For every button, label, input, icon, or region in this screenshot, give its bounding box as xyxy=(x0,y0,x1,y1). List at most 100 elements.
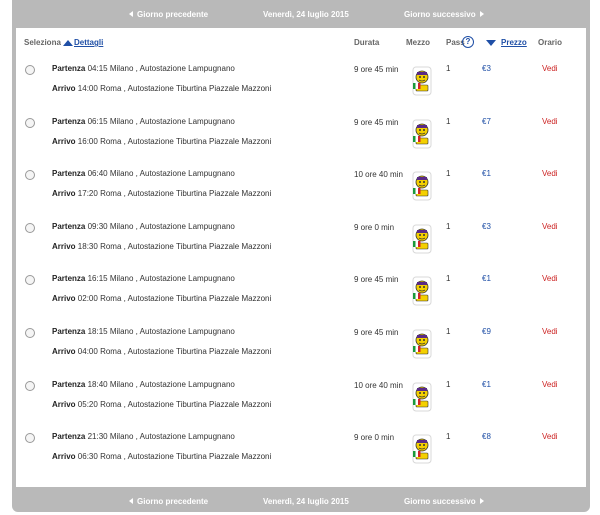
price[interactable]: €3 xyxy=(482,222,491,231)
results-panel: Giorno precedente Venerdì, 24 luglio 201… xyxy=(12,0,590,512)
arrival-label: Arrivo xyxy=(52,136,76,146)
arrival-line: Arrivo 04:00 Roma , Autostazione Tiburti… xyxy=(52,347,271,356)
arrival-place: Roma , Autostazione Tiburtina Piazzale M… xyxy=(100,189,272,199)
arrival-line: Arrivo 17:20 Roma , Autostazione Tiburti… xyxy=(52,189,271,198)
price[interactable]: €3 xyxy=(482,64,491,73)
departure-place: Milano , Autostazione Lampugnano xyxy=(109,327,235,336)
bus-operator-icon xyxy=(412,276,432,306)
arrival-label: Arrivo xyxy=(52,241,76,251)
departure-label: Partenza xyxy=(52,116,86,126)
timetable-link[interactable]: Vedi xyxy=(542,327,558,336)
bus-operator-icon xyxy=(412,329,432,359)
passengers-count: 1 xyxy=(446,116,451,126)
price[interactable]: €7 xyxy=(482,117,491,126)
table-header: Seleziona Dettagli Durata Mezzo Pass ? P… xyxy=(16,28,586,54)
passengers-count: 1 xyxy=(446,379,451,389)
arrival-label: Arrivo xyxy=(52,84,76,93)
price[interactable]: €1 xyxy=(482,169,491,178)
select-radio[interactable] xyxy=(25,65,35,75)
arrival-line: Arrivo 02:00 Roma , Autostazione Tiburti… xyxy=(52,294,271,303)
bus-operator-icon xyxy=(412,171,432,201)
arrival-place: Roma , Autostazione Tiburtina Piazzale M… xyxy=(100,294,272,304)
arrival-line: Arrivo 16:00 Roma , Autostazione Tiburti… xyxy=(52,137,271,146)
departure-time: 06:15 xyxy=(87,116,108,126)
header-dettagli-link[interactable]: Dettagli xyxy=(74,38,103,47)
trip-row: Partenza 18:40 Milano , Autostazione Lam… xyxy=(16,370,586,422)
results-table: Seleziona Dettagli Durata Mezzo Pass ? P… xyxy=(16,28,586,487)
arrival-label: Arrivo xyxy=(52,294,76,304)
help-icon[interactable]: ? xyxy=(462,36,474,48)
next-day-link[interactable]: Giorno successivo xyxy=(404,10,484,19)
price[interactable]: €9 xyxy=(482,327,491,336)
departure-place: Milano , Autostazione Lampugnano xyxy=(109,274,235,284)
bus-operator-icon xyxy=(412,224,432,254)
departure-line: Partenza 06:15 Milano , Autostazione Lam… xyxy=(52,117,235,126)
departure-place: Milano , Autostazione Lampugnano xyxy=(109,379,235,389)
sort-down-icon[interactable] xyxy=(486,40,496,46)
departure-time: 18:40 xyxy=(87,379,108,389)
previous-day-label: Giorno precedente xyxy=(137,496,209,506)
arrival-label: Arrivo xyxy=(52,399,76,409)
price[interactable]: €8 xyxy=(482,432,491,441)
next-day-label: Giorno successivo xyxy=(404,496,476,506)
passengers-count: 1 xyxy=(446,64,451,73)
timetable-link[interactable]: Vedi xyxy=(542,64,558,73)
select-radio[interactable] xyxy=(25,380,35,391)
departure-line: Partenza 18:40 Milano , Autostazione Lam… xyxy=(52,380,235,389)
arrival-place: Roma , Autostazione Tiburtina Piazzale M… xyxy=(100,136,272,146)
bus-operator-icon xyxy=(412,66,432,96)
previous-day-link[interactable]: Giorno precedente xyxy=(129,10,208,19)
duration: 9 ore 45 min xyxy=(354,328,399,337)
arrival-label: Arrivo xyxy=(52,189,76,199)
timetable-link[interactable]: Vedi xyxy=(542,117,558,126)
arrival-time: 16:00 xyxy=(77,136,98,146)
sort-up-icon[interactable] xyxy=(63,40,73,46)
departure-label: Partenza xyxy=(52,64,86,73)
select-radio[interactable] xyxy=(25,170,35,181)
timetable-link[interactable]: Vedi xyxy=(542,432,558,441)
select-radio[interactable] xyxy=(25,275,35,286)
timetable-link[interactable]: Vedi xyxy=(542,169,558,178)
arrival-place: Roma , Autostazione Tiburtina Piazzale M… xyxy=(100,452,272,462)
arrival-line: Arrivo 05:20 Roma , Autostazione Tiburti… xyxy=(52,400,271,409)
price[interactable]: €1 xyxy=(482,380,491,389)
arrival-time: 17:20 xyxy=(77,189,98,199)
departure-time: 21:30 xyxy=(87,432,108,442)
departure-line: Partenza 06:40 Milano , Autostazione Lam… xyxy=(52,169,235,178)
departure-label: Partenza xyxy=(52,274,86,284)
arrival-place: Roma , Autostazione Tiburtina Piazzale M… xyxy=(100,399,272,409)
trip-row: Partenza 06:15 Milano , Autostazione Lam… xyxy=(16,107,586,159)
bus-operator-icon xyxy=(412,382,432,412)
timetable-link[interactable]: Vedi xyxy=(542,274,558,283)
trip-row: Partenza 21:30 Milano , Autostazione Lam… xyxy=(16,422,586,474)
departure-label: Partenza xyxy=(52,327,86,336)
arrival-place: Roma , Autostazione Tiburtina Piazzale M… xyxy=(100,84,272,93)
departure-time: 04:15 xyxy=(87,64,108,73)
previous-day-link[interactable]: Giorno precedente xyxy=(129,497,208,506)
departure-place: Milano , Autostazione Lampugnano xyxy=(109,116,235,126)
select-radio[interactable] xyxy=(25,222,35,233)
duration: 9 ore 0 min xyxy=(354,433,395,443)
arrival-time: 14:00 xyxy=(77,84,98,93)
day-navigation-top: Giorno precedente Venerdì, 24 luglio 201… xyxy=(12,0,590,28)
trip-row: Partenza 09:30 Milano , Autostazione Lam… xyxy=(16,212,586,264)
arrival-line: Arrivo 06:30 Roma , Autostazione Tiburti… xyxy=(52,452,271,461)
departure-line: Partenza 16:15 Milano , Autostazione Lam… xyxy=(52,274,235,283)
departure-label: Partenza xyxy=(52,169,86,179)
arrival-label: Arrivo xyxy=(52,452,76,462)
arrival-time: 04:00 xyxy=(77,347,98,356)
select-radio[interactable] xyxy=(25,117,35,128)
timetable-link[interactable]: Vedi xyxy=(542,380,558,389)
next-day-label: Giorno successivo xyxy=(404,9,476,19)
arrival-time: 05:20 xyxy=(77,399,98,409)
price[interactable]: €1 xyxy=(482,274,491,283)
next-day-link[interactable]: Giorno successivo xyxy=(404,497,484,506)
header-prezzo-link[interactable]: Prezzo xyxy=(501,38,527,47)
departure-time: 16:15 xyxy=(87,274,108,284)
passengers-count: 1 xyxy=(446,327,451,336)
trip-row: Partenza 04:15 Milano , Autostazione Lam… xyxy=(16,54,586,106)
select-radio[interactable] xyxy=(25,433,35,444)
select-radio[interactable] xyxy=(25,328,35,338)
timetable-link[interactable]: Vedi xyxy=(542,222,558,231)
departure-place: Milano , Autostazione Lampugnano xyxy=(109,64,235,73)
